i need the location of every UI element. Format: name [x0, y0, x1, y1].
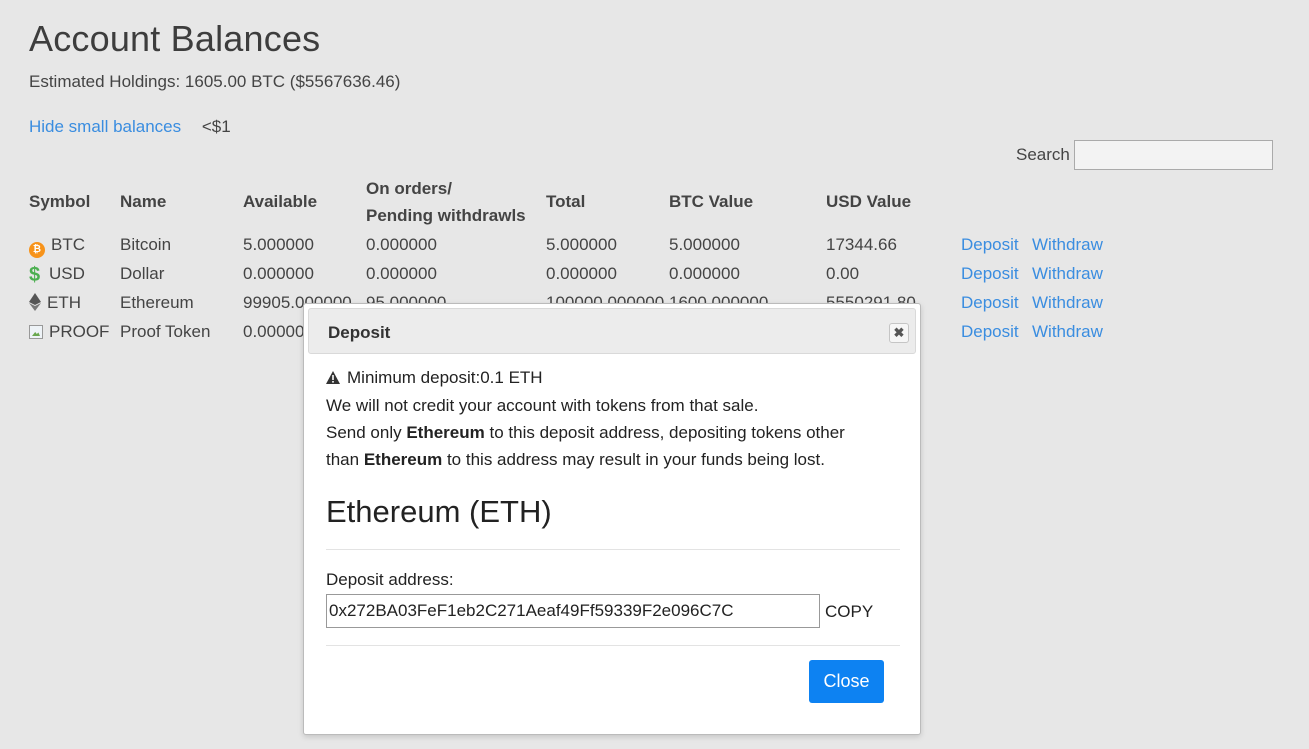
table-cell-btc-value: 5.000000 [669, 235, 740, 254]
deposit-link-btc[interactable]: Deposit [961, 235, 1019, 255]
withdraw-link-usd[interactable]: Withdraw [1032, 264, 1103, 284]
table-cell-available: 0.000000 [243, 264, 314, 283]
send-only-pre: Send only [326, 423, 407, 442]
symbol-text: ETH [47, 293, 81, 312]
broken-image-icon [29, 325, 43, 339]
deposit-link-usd[interactable]: Deposit [961, 264, 1019, 284]
bitcoin-icon: ₿ [29, 242, 45, 258]
send-only-post: to this deposit address, depositing toke… [484, 423, 845, 442]
divider [326, 645, 900, 646]
table-cell-available: 5.000000 [243, 235, 314, 254]
header-available[interactable]: Available [243, 192, 317, 212]
search-input[interactable] [1073, 140, 1273, 170]
header-on-orders[interactable]: On orders/ Pending withdrawls [366, 179, 526, 226]
deposit-link-eth[interactable]: Deposit [961, 293, 1019, 313]
withdraw-link-eth[interactable]: Withdraw [1032, 293, 1103, 313]
header-total[interactable]: Total [546, 192, 585, 212]
table-cell-total: 5.000000 [546, 235, 617, 254]
divider [326, 549, 900, 550]
search-box: Search [1016, 140, 1273, 170]
min-deposit-line: Minimum deposit:0.1 ETH [326, 364, 900, 392]
withdraw-link-proof[interactable]: Withdraw [1032, 322, 1103, 342]
table-row-usd-symbol: $ USD [29, 264, 85, 286]
no-credit-text: We will not credit your account with tok… [326, 396, 759, 415]
table-cell-usd-value: 0.00 [826, 264, 860, 283]
ethereum-icon [29, 293, 41, 311]
than-pre: than [326, 450, 364, 469]
hide-small-balances-link[interactable]: Hide small balances [29, 117, 181, 136]
table-row-proof-symbol: PROOF [29, 322, 109, 342]
deposit-address-row: COPY [326, 594, 900, 628]
table-cell-name: Proof Token [120, 322, 211, 341]
send-only-line: Send only Ethereum to this deposit addre… [326, 419, 900, 446]
close-button[interactable]: Close [809, 660, 884, 703]
header-name[interactable]: Name [120, 192, 166, 212]
table-cell-name: Ethereum [120, 293, 194, 312]
coin-name-bold: Ethereum [363, 450, 443, 469]
than-post: to this address may result in your funds… [442, 450, 825, 469]
small-balance-threshold: <$1 [201, 117, 231, 136]
table-cell-usd-value: 17344.66 [826, 235, 897, 254]
header-on-orders-line1: On orders/ [366, 179, 452, 198]
header-on-orders-line2: Pending withdrawls [366, 206, 526, 225]
modal-header: Deposit ✖ [308, 308, 916, 354]
table-cell-on-orders: 0.000000 [366, 264, 437, 283]
dollar-icon: $ [29, 264, 41, 286]
estimated-holdings: Estimated Holdings: 1605.00 BTC ($556763… [29, 72, 401, 91]
modal-body: Minimum deposit:0.1 ETH We will not cred… [326, 364, 900, 646]
deposit-address-field[interactable] [326, 594, 820, 628]
copy-button[interactable]: COPY [825, 598, 873, 625]
symbol-text: PROOF [49, 322, 110, 341]
coin-name-bold: Ethereum [406, 423, 485, 442]
deposit-modal: Deposit ✖ Minimum deposit:0.1 ETH We wil… [303, 303, 921, 735]
table-row-btc-symbol: ₿ BTC [29, 235, 85, 258]
symbol-text: USD [49, 264, 85, 283]
coin-heading: Ethereum (ETH) [326, 494, 552, 529]
deposit-address-label: Deposit address: [326, 570, 454, 589]
hide-small-balances-row: Hide small balances <$1 [29, 117, 231, 137]
symbol-text: BTC [51, 235, 85, 254]
withdraw-link-btc[interactable]: Withdraw [1032, 235, 1103, 255]
close-icon[interactable]: ✖ [889, 323, 909, 343]
table-cell-name: Dollar [120, 264, 165, 283]
account-balances-page: Account Balances Estimated Holdings: 160… [0, 0, 1309, 749]
min-deposit-text: Minimum deposit:0.1 ETH [347, 368, 543, 387]
warning-icon [326, 365, 340, 392]
modal-title: Deposit [328, 323, 391, 342]
page-title: Account Balances [29, 18, 321, 59]
than-line: than Ethereum to this address may result… [326, 446, 900, 473]
header-usd-value[interactable]: USD Value [826, 192, 911, 212]
search-label: Search [1016, 145, 1070, 164]
table-cell-name: Bitcoin [120, 235, 172, 254]
table-cell-on-orders: 0.000000 [366, 235, 437, 254]
deposit-link-proof[interactable]: Deposit [961, 322, 1019, 342]
table-row-eth-symbol: ETH [29, 293, 81, 313]
table-cell-total: 0.000000 [546, 264, 617, 283]
table-cell-btc-value: 0.000000 [669, 264, 740, 283]
header-btc-value[interactable]: BTC Value [669, 192, 753, 212]
header-symbol[interactable]: Symbol [29, 192, 90, 212]
